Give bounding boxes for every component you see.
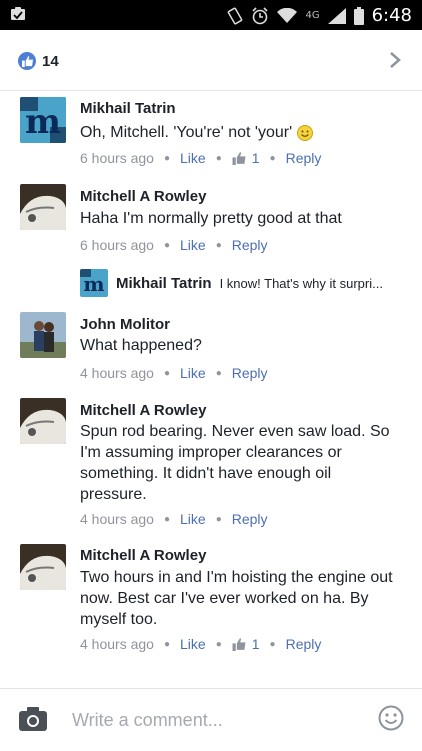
comment-meta: 4 hours ago ● Like ● 1 ● Reply bbox=[80, 636, 322, 652]
comment-text: Haha I'm normally pretty good at that bbox=[80, 210, 342, 227]
thumbs-up-icon bbox=[232, 637, 246, 651]
battery-icon bbox=[353, 6, 364, 25]
comment-composer bbox=[0, 688, 422, 751]
network-type: 4G bbox=[305, 10, 320, 21]
reply-link[interactable]: Reply bbox=[286, 150, 322, 166]
like-link[interactable]: Like bbox=[180, 150, 206, 166]
emoji-picker-icon[interactable] bbox=[378, 705, 404, 731]
svg-text:m: m bbox=[83, 272, 104, 296]
clipboard-check-icon bbox=[11, 7, 25, 20]
alarm-icon bbox=[252, 6, 269, 24]
comment-time: 4 hours ago bbox=[80, 636, 154, 652]
comment-meta: 6 hours ago ● Like ● Reply bbox=[80, 237, 268, 253]
comment-time: 4 hours ago bbox=[80, 365, 154, 381]
avatar[interactable] bbox=[20, 398, 66, 444]
smiley-emoji-icon bbox=[297, 124, 314, 141]
clock-time: 6:48 bbox=[371, 5, 412, 26]
comment-time: 4 hours ago bbox=[80, 511, 154, 527]
like-badge-icon bbox=[18, 52, 36, 70]
comment-author[interactable]: John Molitor bbox=[80, 316, 170, 333]
avatar[interactable]: m bbox=[20, 97, 66, 143]
avatar[interactable] bbox=[20, 544, 66, 590]
thumbs-up-icon bbox=[232, 151, 246, 165]
likes-header: 14 bbox=[0, 30, 422, 91]
comment-like-count[interactable]: 1 bbox=[252, 636, 260, 652]
comment-input[interactable] bbox=[70, 705, 364, 735]
comment-like-count[interactable]: 1 bbox=[252, 150, 260, 166]
vibrate-icon bbox=[228, 7, 243, 24]
like-count: 14 bbox=[42, 52, 59, 70]
avatar[interactable] bbox=[20, 312, 66, 358]
comment-time: 6 hours ago bbox=[80, 150, 154, 166]
comment-author[interactable]: Mikhail Tatrin bbox=[80, 100, 176, 117]
comment-text: Oh, Mitchell. 'You're' not 'your' bbox=[80, 124, 293, 141]
reply-link[interactable]: Reply bbox=[232, 511, 268, 527]
comment-text: Spun rod bearing. Never even saw load. S… bbox=[80, 423, 390, 503]
reply-link[interactable]: Reply bbox=[286, 636, 322, 652]
wifi-icon bbox=[277, 7, 298, 23]
status-bar: 4G 6:48 bbox=[0, 0, 422, 30]
like-link[interactable]: Like bbox=[180, 365, 206, 381]
comment-meta: 6 hours ago ● Like ● 1 ● Reply bbox=[80, 150, 322, 166]
comment-text: What happened? bbox=[80, 337, 202, 354]
comment-text: Two hours in and I'm hoisting the engine… bbox=[80, 569, 393, 628]
comment-author[interactable]: Mitchell A Rowley bbox=[80, 402, 206, 419]
comment-author[interactable]: Mitchell A Rowley bbox=[80, 547, 206, 564]
avatar: m bbox=[80, 269, 108, 297]
like-link[interactable]: Like bbox=[180, 237, 206, 253]
svg-text:m: m bbox=[25, 102, 61, 142]
camera-icon[interactable] bbox=[18, 705, 48, 733]
reply-preview[interactable]: m Mikhail Tatrin I know! That's why it s… bbox=[80, 268, 398, 298]
comment-meta: 4 hours ago ● Like ● Reply bbox=[80, 365, 268, 381]
comment-author[interactable]: Mitchell A Rowley bbox=[80, 188, 206, 205]
like-link[interactable]: Like bbox=[180, 636, 206, 652]
comment-meta: 4 hours ago ● Like ● Reply bbox=[80, 511, 268, 527]
comment-time: 6 hours ago bbox=[80, 237, 154, 253]
signal-icon bbox=[327, 7, 346, 24]
chevron-right-icon[interactable] bbox=[388, 50, 402, 70]
comment-body-row: Oh, Mitchell. 'You're' not 'your' bbox=[80, 122, 400, 143]
reply-text: I know! That's why it surpri... bbox=[219, 275, 383, 291]
like-link[interactable]: Like bbox=[180, 511, 206, 527]
like-summary[interactable]: 14 bbox=[18, 52, 59, 70]
reply-author[interactable]: Mikhail Tatrin bbox=[116, 275, 212, 292]
reply-link[interactable]: Reply bbox=[232, 237, 268, 253]
reply-link[interactable]: Reply bbox=[232, 365, 268, 381]
avatar[interactable] bbox=[20, 184, 66, 230]
